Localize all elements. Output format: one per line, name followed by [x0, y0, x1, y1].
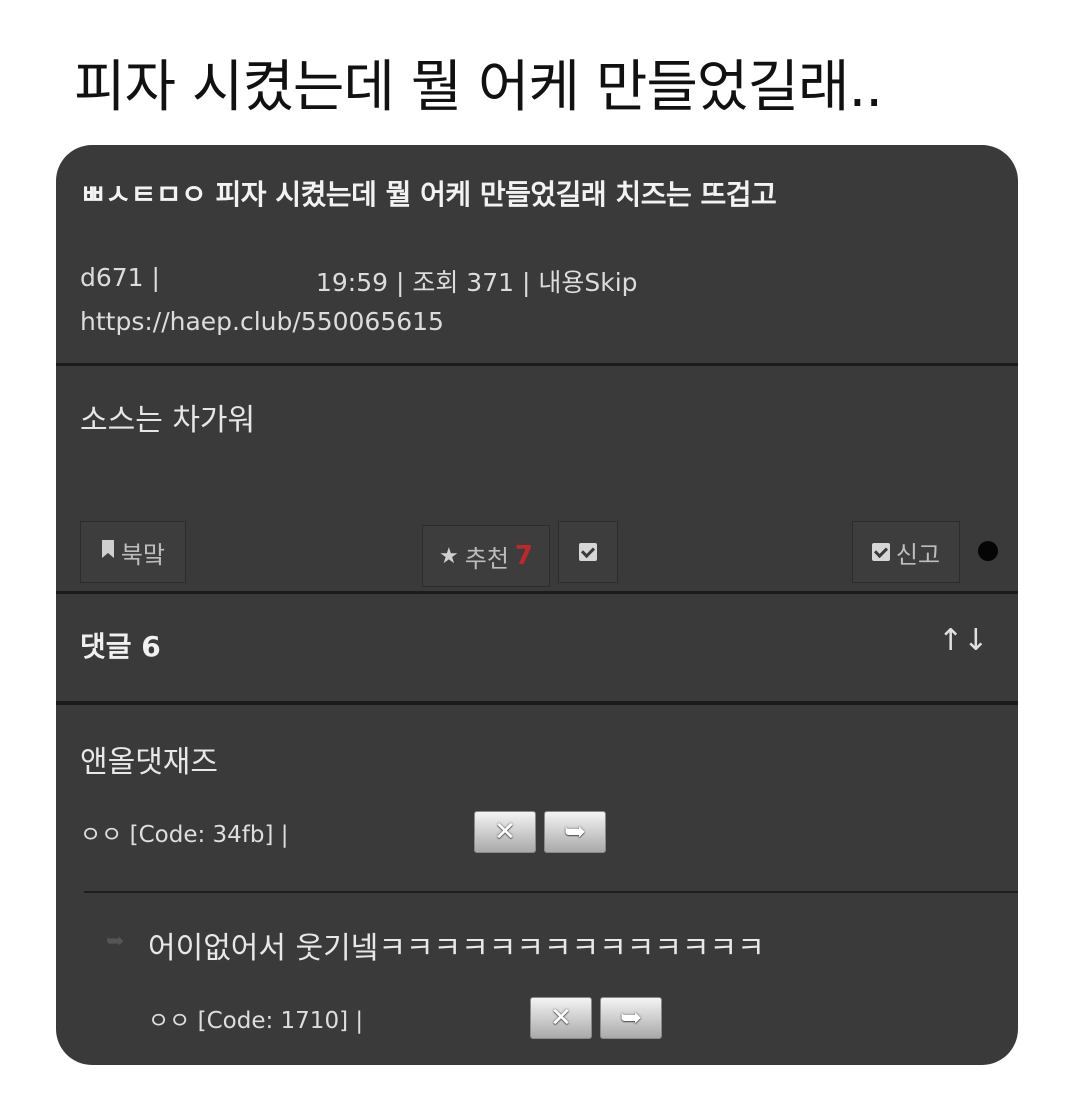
recommend-label: 추천: [464, 544, 509, 573]
x-icon: ✕: [494, 817, 516, 847]
post-title[interactable]: ㅃㅅㅌㅁㅇ 피자 시켰는데 뭘 어케 만들었길래 치즈는 뜨겁고: [80, 173, 900, 217]
bookmark-label: 북맠: [120, 540, 166, 569]
reply-arrow-icon: ➥: [620, 1003, 642, 1033]
reply-comment-button[interactable]: ➥: [544, 811, 606, 853]
comment-meta: ㅇㅇ [Code: 34fb] |: [80, 822, 289, 848]
delete-comment-button[interactable]: ✕: [530, 997, 592, 1039]
comment-text: 어이없어서 웃기넼ㅋㅋㅋㅋㅋㅋㅋㅋㅋㅋㅋㅋㅋㅋ: [148, 931, 765, 966]
bookmark-icon: [101, 539, 115, 565]
post-body: 소스는 차가워: [80, 403, 256, 438]
star-icon: ★: [439, 543, 459, 569]
comment-meta: ㅇㅇ [Code: 1710] |: [148, 1008, 364, 1034]
bookmark-button[interactable]: 북맠: [80, 521, 186, 583]
comments-title: 댓글 6: [80, 630, 161, 663]
recommend-button[interactable]: ★ 추천 7: [422, 525, 550, 587]
reply-indicator-icon: ➥: [106, 929, 125, 954]
checkbox-icon: [871, 543, 890, 561]
divider: [56, 591, 1018, 594]
post-card: ㅃㅅㅌㅁㅇ 피자 시켰는데 뭘 어케 만들었길래 치즈는 뜨겁고 d671 | …: [56, 145, 1018, 1065]
report-button[interactable]: 신고: [852, 521, 960, 583]
recommend-check-button[interactable]: [558, 521, 618, 583]
post-url[interactable]: https://haep.club/550065615: [80, 307, 444, 336]
divider: [56, 701, 1018, 705]
reply-comment-button[interactable]: ➥: [600, 997, 662, 1039]
post-author[interactable]: d671 |: [80, 263, 160, 292]
divider: [84, 891, 1018, 893]
sort-icon[interactable]: ↑↓: [938, 623, 988, 658]
reply-arrow-icon: ➥: [564, 817, 586, 847]
checkbox-icon: [579, 543, 597, 561]
divider: [56, 363, 1018, 366]
post-header: ㅃㅅㅌㅁㅇ 피자 시켰는데 뭘 어케 만들었길래 치즈는 뜨겁고 d671 | …: [56, 145, 1018, 365]
comment-text: 앤올댓재즈: [80, 745, 218, 780]
post-info: 19:59 | 조회 371 | 내용Skip: [316, 268, 638, 297]
status-dot: [978, 541, 998, 561]
delete-comment-button[interactable]: ✕: [474, 811, 536, 853]
recommend-count: 7: [514, 541, 533, 571]
report-label: 신고: [895, 540, 941, 569]
x-icon: ✕: [550, 1003, 572, 1033]
page-headline: 피자 시켰는데 뭘 어케 만들었길래..: [74, 55, 883, 120]
